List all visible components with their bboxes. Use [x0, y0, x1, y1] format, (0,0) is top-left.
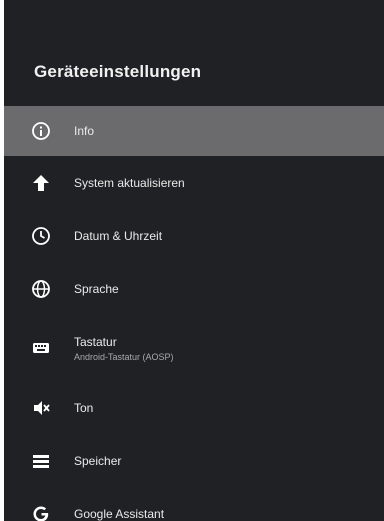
- info-icon: [30, 120, 52, 142]
- menu-item-label: Ton: [74, 400, 94, 415]
- menu-item-language[interactable]: Sprache: [4, 262, 384, 315]
- menu-item-label: Speicher: [74, 453, 122, 468]
- menu-item-subtitle: Android-Tastatur (AOSP): [74, 351, 174, 362]
- menu-item-storage[interactable]: Speicher: [4, 434, 384, 487]
- menu-item-label: Sprache: [74, 281, 119, 296]
- globe-icon: [30, 278, 52, 300]
- menu-item-label: Tastatur: [74, 334, 117, 349]
- volume-off-icon: [30, 397, 52, 419]
- storage-icon: [30, 450, 52, 472]
- page-title: Geräteeinstellungen: [34, 62, 202, 81]
- google-icon: [30, 503, 52, 521]
- keyboard-icon: [30, 337, 52, 359]
- clock-icon: [30, 225, 52, 247]
- arrow-up-icon: [30, 172, 52, 194]
- menu-item-label: Info: [74, 124, 95, 138]
- settings-menu: Info System aktualisieren Datum & Uhrzei…: [4, 106, 384, 521]
- menu-item-label: Google Assistant: [74, 506, 165, 521]
- menu-item-sound[interactable]: Ton: [4, 381, 384, 434]
- menu-item-info[interactable]: Info: [4, 106, 384, 156]
- menu-item-google-assistant[interactable]: Google Assistant: [4, 487, 384, 521]
- menu-item-label: System aktualisieren: [74, 175, 185, 190]
- menu-item-label: Datum & Uhrzeit: [74, 228, 163, 243]
- settings-panel: Geräteeinstellungen Info System aktualis…: [4, 0, 384, 521]
- menu-item-date-time[interactable]: Datum & Uhrzeit: [4, 209, 384, 262]
- menu-item-system-update[interactable]: System aktualisieren: [4, 156, 384, 209]
- menu-item-keyboard[interactable]: Tastatur Android-Tastatur (AOSP): [4, 315, 384, 381]
